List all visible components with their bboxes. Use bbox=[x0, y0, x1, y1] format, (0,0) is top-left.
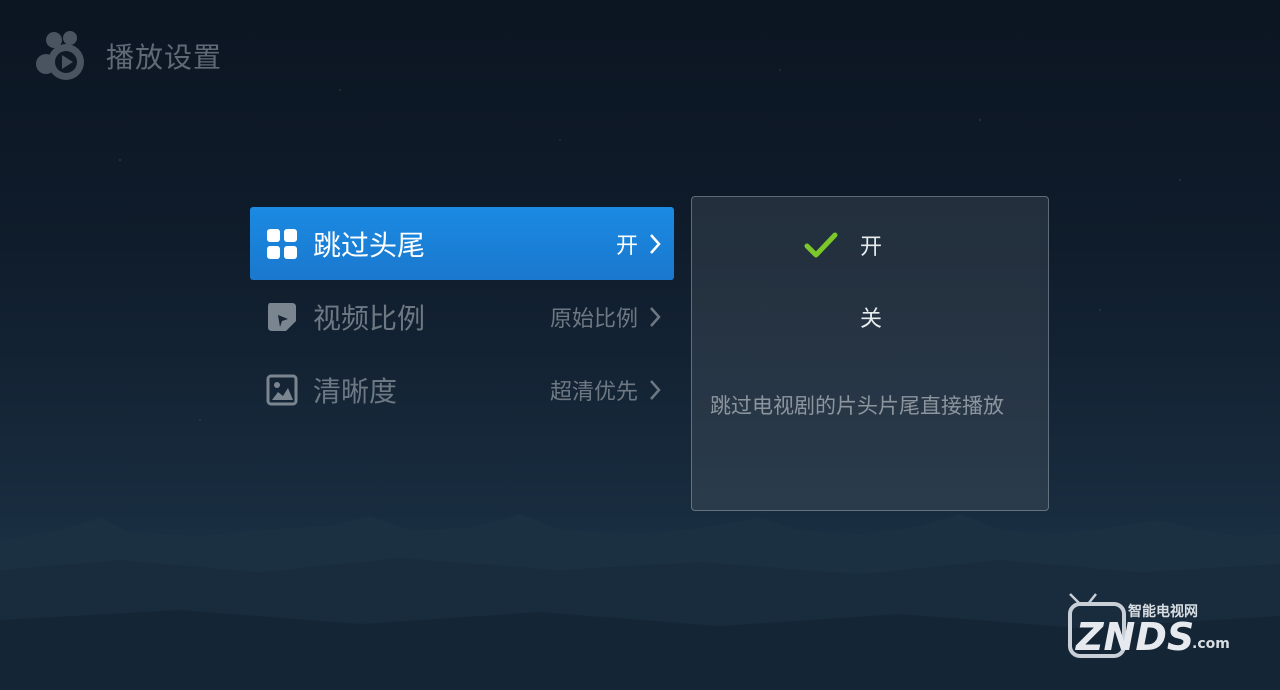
watermark-main-text: ZNDS bbox=[1075, 615, 1194, 659]
menu-item-value: 开 bbox=[615, 233, 638, 259]
page-title: 播放设置 bbox=[106, 41, 223, 74]
image-icon bbox=[266, 374, 298, 406]
grid-icon bbox=[266, 228, 298, 260]
chevron-right-icon bbox=[650, 306, 661, 327]
aspect-ratio-icon bbox=[266, 301, 298, 333]
watermark-suffix: .com bbox=[1192, 636, 1230, 652]
option-label: 开 bbox=[860, 235, 883, 260]
option-panel: 开 关 跳过电视剧的片头片尾直接播放 bbox=[691, 196, 1049, 511]
menu-item-value: 原始比例 bbox=[549, 306, 638, 332]
option-on[interactable]: 开 bbox=[692, 225, 1048, 265]
menu-item-label: 跳过头尾 bbox=[313, 228, 426, 262]
player-logo-icon bbox=[36, 31, 84, 80]
settings-menu: 跳过头尾 开 视频比例 原始比例 清晰度 超清优先 bbox=[250, 207, 674, 426]
option-label: 关 bbox=[860, 307, 883, 332]
menu-item-label: 清晰度 bbox=[313, 374, 398, 408]
option-off[interactable]: 关 bbox=[692, 297, 1048, 337]
option-description: 跳过电视剧的片头片尾直接播放 bbox=[710, 394, 1004, 418]
page-header: 播放设置 bbox=[36, 30, 222, 82]
znds-watermark: 智能电视网 ZNDS .com bbox=[1068, 593, 1230, 659]
menu-item-value: 超清优先 bbox=[549, 379, 638, 405]
menu-item-resolution[interactable]: 清晰度 超清优先 bbox=[250, 353, 674, 426]
chevron-right-icon bbox=[650, 379, 661, 400]
menu-item-aspect-ratio[interactable]: 视频比例 原始比例 bbox=[250, 280, 674, 353]
menu-item-skip-intro-outro[interactable]: 跳过头尾 开 bbox=[250, 207, 674, 280]
chevron-right-icon bbox=[650, 233, 661, 254]
checkmark-icon bbox=[804, 232, 838, 258]
menu-item-label: 视频比例 bbox=[313, 301, 426, 335]
